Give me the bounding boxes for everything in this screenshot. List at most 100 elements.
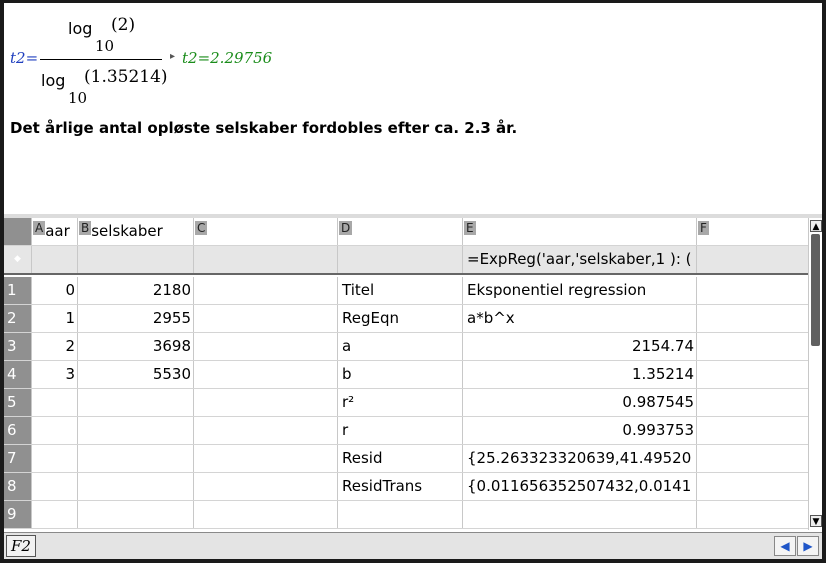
formula-row-marker-icon: ◆ xyxy=(4,246,32,273)
cell-e5[interactable]: 0.987545 xyxy=(463,389,697,416)
cell-c3[interactable] xyxy=(194,333,338,360)
next-page-icon[interactable]: ▶ xyxy=(797,536,819,556)
cell-a4[interactable]: 3 xyxy=(32,361,78,388)
cell-d3[interactable]: a xyxy=(338,333,463,360)
notes-area[interactable]: t2= log 10 (2) log 10 (1.35214) ▸ t2=2.2… xyxy=(4,3,822,213)
column-header-b[interactable]: Bselskaber xyxy=(78,218,194,245)
cell-e9[interactable] xyxy=(463,501,697,528)
row-number[interactable]: 4 xyxy=(4,361,32,388)
cell-d2[interactable]: RegEqn xyxy=(338,305,463,332)
cell-b8[interactable] xyxy=(78,473,194,500)
row-number[interactable]: 2 xyxy=(4,305,32,332)
scroll-up-icon[interactable]: ▲ xyxy=(810,220,822,232)
formula-cell-e[interactable]: =ExpReg('aar,'selskaber,1 ): ( xyxy=(463,246,697,273)
column-header-f[interactable]: F xyxy=(697,218,808,245)
row-number[interactable]: 1 xyxy=(4,277,32,304)
spreadsheet-grid[interactable]: Aaar Bselskaber C D E F ◆ =ExpReg('aar,'… xyxy=(4,218,808,530)
column-letter-a: A xyxy=(33,221,46,235)
scroll-down-icon[interactable]: ▼ xyxy=(810,515,822,527)
cell-b9[interactable] xyxy=(78,501,194,528)
cell-f6[interactable] xyxy=(697,417,808,444)
cell-a2[interactable]: 1 xyxy=(32,305,78,332)
cell-e3[interactable]: 2154.74 xyxy=(463,333,697,360)
cell-f7[interactable] xyxy=(697,445,808,472)
column-letter-e: E xyxy=(464,221,476,235)
cell-d1[interactable]: Titel xyxy=(338,277,463,304)
cell-b1[interactable]: 2180 xyxy=(78,277,194,304)
cell-e8[interactable]: {0.011656352507432,0.0141 xyxy=(463,473,697,500)
fraction-bar xyxy=(40,59,162,60)
cell-b3[interactable]: 3698 xyxy=(78,333,194,360)
table-row: 7 Resid {25.263323320639,41.49520 xyxy=(4,445,808,473)
vertical-scrollbar[interactable]: ▲ ▼ xyxy=(808,218,822,530)
column-letter-f: F xyxy=(698,221,709,235)
formula-cell-f[interactable] xyxy=(697,246,808,273)
row-number[interactable]: 8 xyxy=(4,473,32,500)
status-bar: F2 ◀ ▶ xyxy=(4,532,822,559)
cell-e1[interactable]: Eksponentiel regression xyxy=(463,277,697,304)
denominator-arg: (1.35214) xyxy=(84,67,168,87)
cell-f9[interactable] xyxy=(697,501,808,528)
cell-c1[interactable] xyxy=(194,277,338,304)
formula-cell-d[interactable] xyxy=(338,246,463,273)
row-number[interactable]: 3 xyxy=(4,333,32,360)
cell-a6[interactable] xyxy=(32,417,78,444)
cell-c5[interactable] xyxy=(194,389,338,416)
cell-d6[interactable]: r xyxy=(338,417,463,444)
cell-e4[interactable]: 1.35214 xyxy=(463,361,697,388)
column-header-a[interactable]: Aaar xyxy=(32,218,78,245)
cell-a1[interactable]: 0 xyxy=(32,277,78,304)
row-number[interactable]: 5 xyxy=(4,389,32,416)
cell-f5[interactable] xyxy=(697,389,808,416)
column-header-d[interactable]: D xyxy=(338,218,463,245)
cell-f1[interactable] xyxy=(697,277,808,304)
row-number[interactable]: 6 xyxy=(4,417,32,444)
column-header-c[interactable]: C xyxy=(194,218,338,245)
cell-c6[interactable] xyxy=(194,417,338,444)
cell-e7[interactable]: {25.263323320639,41.49520 xyxy=(463,445,697,472)
cell-c2[interactable] xyxy=(194,305,338,332)
prev-page-icon[interactable]: ◀ xyxy=(774,536,796,556)
cell-c7[interactable] xyxy=(194,445,338,472)
cell-e6[interactable]: 0.993753 xyxy=(463,417,697,444)
formula-cell-a[interactable] xyxy=(32,246,78,273)
cell-c8[interactable] xyxy=(194,473,338,500)
denominator-base: 10 xyxy=(68,89,88,107)
result-arrow-icon: ▸ xyxy=(170,51,176,62)
cell-d8[interactable]: ResidTrans xyxy=(338,473,463,500)
conclusion-text: Det årlige antal opløste selskaber fordo… xyxy=(10,119,518,137)
cell-b6[interactable] xyxy=(78,417,194,444)
scroll-thumb[interactable] xyxy=(811,234,820,346)
cell-c4[interactable] xyxy=(194,361,338,388)
cell-f2[interactable] xyxy=(697,305,808,332)
row-number[interactable]: 9 xyxy=(4,501,32,528)
cell-d5[interactable]: r² xyxy=(338,389,463,416)
cell-b5[interactable] xyxy=(78,389,194,416)
corner-cell xyxy=(4,218,32,245)
cell-e2[interactable]: a*b^x xyxy=(463,305,697,332)
formula-cell-b[interactable] xyxy=(78,246,194,273)
cell-f8[interactable] xyxy=(697,473,808,500)
cell-d7[interactable]: Resid xyxy=(338,445,463,472)
cell-d4[interactable]: b xyxy=(338,361,463,388)
numerator-base: 10 xyxy=(95,37,115,55)
cell-b7[interactable] xyxy=(78,445,194,472)
formula-cell-c[interactable] xyxy=(194,246,338,273)
column-letter-b: B xyxy=(79,221,92,235)
cell-b4[interactable]: 5530 xyxy=(78,361,194,388)
cell-a8[interactable] xyxy=(32,473,78,500)
cell-b2[interactable]: 2955 xyxy=(78,305,194,332)
table-row: 5 r² 0.987545 xyxy=(4,389,808,417)
variable-indicator[interactable]: F2 xyxy=(6,535,36,557)
table-row: 3 2 3698 a 2154.74 xyxy=(4,333,808,361)
cell-f3[interactable] xyxy=(697,333,808,360)
cell-a9[interactable] xyxy=(32,501,78,528)
cell-c9[interactable] xyxy=(194,501,338,528)
cell-f4[interactable] xyxy=(697,361,808,388)
column-header-e[interactable]: E xyxy=(463,218,697,245)
cell-a3[interactable]: 2 xyxy=(32,333,78,360)
cell-a5[interactable] xyxy=(32,389,78,416)
row-number[interactable]: 7 xyxy=(4,445,32,472)
cell-d9[interactable] xyxy=(338,501,463,528)
cell-a7[interactable] xyxy=(32,445,78,472)
